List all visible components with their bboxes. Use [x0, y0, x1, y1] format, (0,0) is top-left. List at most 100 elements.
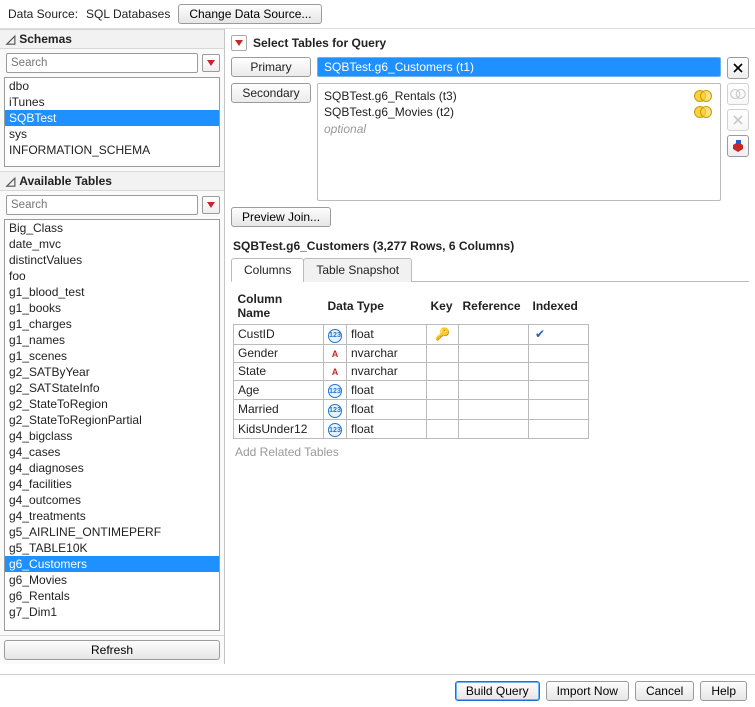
- col-header-datatype: Data Type: [324, 290, 427, 325]
- column-row[interactable]: Married123float: [234, 400, 589, 420]
- schemas-header[interactable]: ◿ Schemas: [0, 29, 224, 49]
- available-table-item[interactable]: g1_blood_test: [5, 284, 219, 300]
- tables-search-input[interactable]: [6, 195, 198, 215]
- secondary-table-item[interactable]: SQBTest.g6_Movies (t2): [324, 104, 714, 120]
- join-type-icon[interactable]: [692, 105, 714, 119]
- available-table-item[interactable]: g4_treatments: [5, 508, 219, 524]
- available-table-item[interactable]: g1_names: [5, 332, 219, 348]
- column-row[interactable]: Age123float: [234, 380, 589, 400]
- tab-columns[interactable]: Columns: [231, 258, 304, 282]
- tables-search-dropdown[interactable]: [202, 196, 220, 214]
- available-table-item[interactable]: Big_Class: [5, 220, 219, 236]
- column-reference: [459, 325, 529, 345]
- column-reference: [459, 380, 529, 400]
- change-data-source-button[interactable]: Change Data Source...: [178, 4, 322, 24]
- schemas-title: Schemas: [19, 32, 72, 46]
- secondary-table-label: SQBTest.g6_Rentals (t3): [324, 89, 457, 103]
- schema-item[interactable]: iTunes: [5, 94, 219, 110]
- available-table-item[interactable]: g2_StateToRegionPartial: [5, 412, 219, 428]
- available-table-item[interactable]: g6_Rentals: [5, 588, 219, 604]
- column-datatype: nvarchar: [347, 362, 427, 380]
- schema-item[interactable]: sys: [5, 126, 219, 142]
- schema-item[interactable]: SQBTest: [5, 110, 219, 126]
- available-table-item[interactable]: g7_Dim1: [5, 604, 219, 620]
- available-table-item[interactable]: g6_Customers: [5, 556, 219, 572]
- help-button[interactable]: Help: [700, 681, 747, 701]
- edit-join-button: [727, 83, 749, 105]
- column-row[interactable]: Gender Anvarchar: [234, 344, 589, 362]
- data-source-label: Data Source:: [8, 7, 78, 21]
- available-table-item[interactable]: g5_TABLE10K: [5, 540, 219, 556]
- column-datatype: float: [347, 380, 427, 400]
- join-type-icon[interactable]: [692, 89, 714, 103]
- schemas-list[interactable]: dboiTunesSQBTestsysINFORMATION_SCHEMA: [4, 77, 220, 167]
- secondary-tables-box[interactable]: SQBTest.g6_Rentals (t3) SQBTest.g6_Movies…: [317, 83, 721, 201]
- available-table-item[interactable]: g2_SATStateInfo: [5, 380, 219, 396]
- column-datatype: float: [347, 325, 427, 345]
- column-row[interactable]: CustID 123 float 🔑 ✔: [234, 325, 589, 345]
- available-table-item[interactable]: g2_StateToRegion: [5, 396, 219, 412]
- column-name: Gender: [234, 344, 324, 362]
- build-query-button[interactable]: Build Query: [455, 681, 540, 701]
- numeric-type-icon: 123: [328, 329, 342, 343]
- indexed-icon: ✔: [535, 327, 545, 341]
- select-tables-toggle-icon[interactable]: [231, 35, 247, 51]
- col-header-key: Key: [427, 290, 459, 325]
- schemas-search-input[interactable]: [6, 53, 198, 73]
- available-table-item[interactable]: date_mvc: [5, 236, 219, 252]
- refresh-button[interactable]: Refresh: [4, 640, 220, 660]
- available-table-item[interactable]: g4_facilities: [5, 476, 219, 492]
- text-type-icon: A: [328, 365, 342, 379]
- schema-item[interactable]: dbo: [5, 78, 219, 94]
- tab-table-snapshot[interactable]: Table Snapshot: [303, 258, 412, 282]
- available-table-item[interactable]: g5_AIRLINE_ONTIMEPERF: [5, 524, 219, 540]
- select-tables-title: Select Tables for Query: [253, 36, 386, 50]
- import-now-button[interactable]: Import Now: [546, 681, 629, 701]
- remove-secondary-button: [727, 109, 749, 131]
- secondary-role-button[interactable]: Secondary: [231, 83, 311, 103]
- available-table-item[interactable]: distinctValues: [5, 252, 219, 268]
- available-table-item[interactable]: g4_diagnoses: [5, 460, 219, 476]
- column-reference: [459, 362, 529, 380]
- col-header-reference: Reference: [459, 290, 529, 325]
- available-table-item[interactable]: g1_books: [5, 300, 219, 316]
- column-name: CustID: [234, 325, 324, 345]
- collapse-icon: ◿: [6, 174, 15, 188]
- text-type-icon: A: [328, 347, 342, 361]
- clear-primary-button[interactable]: [727, 57, 749, 79]
- column-reference: [459, 344, 529, 362]
- column-datatype: float: [347, 419, 427, 439]
- available-table-item[interactable]: g4_outcomes: [5, 492, 219, 508]
- column-datatype: float: [347, 400, 427, 420]
- schemas-search-dropdown[interactable]: [202, 54, 220, 72]
- available-tables-header[interactable]: ◿ Available Tables: [0, 171, 224, 191]
- available-table-item[interactable]: g6_Movies: [5, 572, 219, 588]
- preview-join-button[interactable]: Preview Join...: [231, 207, 331, 227]
- column-name: State: [234, 362, 324, 380]
- column-datatype: nvarchar: [347, 344, 427, 362]
- schema-item[interactable]: INFORMATION_SCHEMA: [5, 142, 219, 158]
- available-table-item[interactable]: g2_SATByYear: [5, 364, 219, 380]
- available-table-item[interactable]: g1_scenes: [5, 348, 219, 364]
- numeric-type-icon: 123: [328, 423, 342, 437]
- add-related-tables-link[interactable]: Add Related Tables: [233, 439, 747, 465]
- primary-role-button[interactable]: Primary: [231, 57, 311, 77]
- primary-table-field[interactable]: SQBTest.g6_Customers (t1): [317, 57, 721, 77]
- cancel-button[interactable]: Cancel: [635, 681, 694, 701]
- secondary-table-label: SQBTest.g6_Movies (t2): [324, 105, 454, 119]
- column-row[interactable]: State Anvarchar: [234, 362, 589, 380]
- secondary-table-item[interactable]: SQBTest.g6_Rentals (t3): [324, 88, 714, 104]
- column-row[interactable]: KidsUnder12 123 float: [234, 419, 589, 439]
- available-table-item[interactable]: foo: [5, 268, 219, 284]
- column-reference: [459, 419, 529, 439]
- available-table-item[interactable]: g4_cases: [5, 444, 219, 460]
- available-table-item[interactable]: g1_charges: [5, 316, 219, 332]
- available-tables-list[interactable]: Big_Classdate_mvcdistinctValuesfoog1_blo…: [4, 219, 220, 631]
- column-name: Married: [234, 400, 324, 420]
- available-table-item[interactable]: g4_bigclass: [5, 428, 219, 444]
- auto-join-button[interactable]: [727, 135, 749, 157]
- column-name: KidsUnder12: [234, 419, 324, 439]
- available-tables-title: Available Tables: [19, 174, 112, 188]
- table-summary-header: SQBTest.g6_Customers (3,277 Rows, 6 Colu…: [231, 233, 749, 257]
- key-icon: 🔑: [435, 327, 450, 341]
